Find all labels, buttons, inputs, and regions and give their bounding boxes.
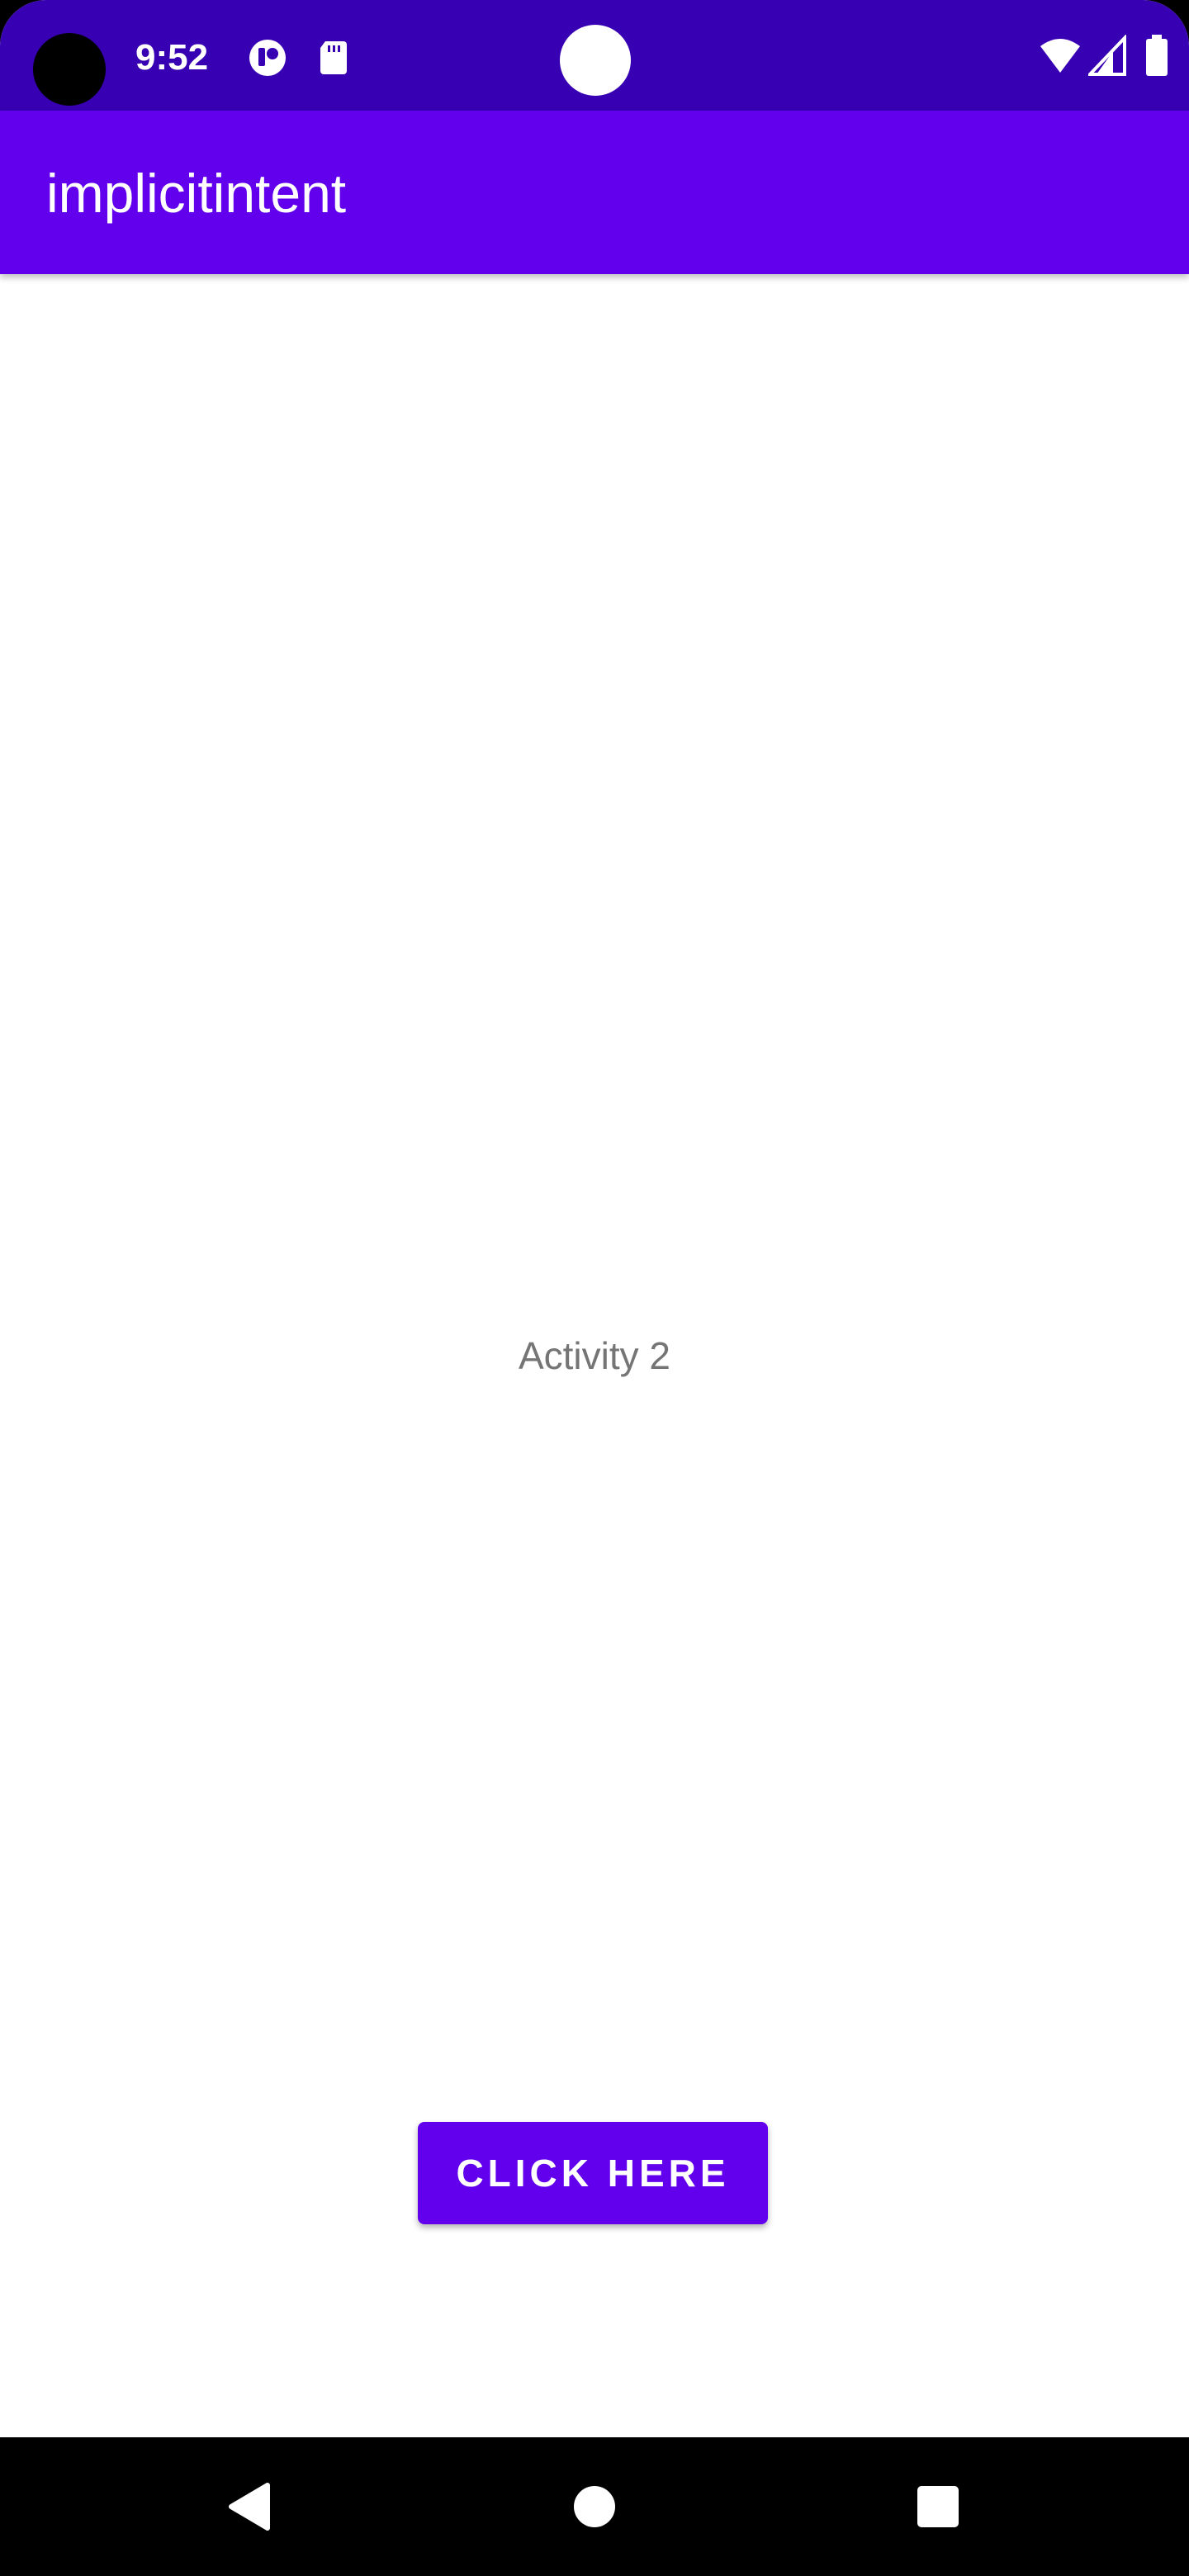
screen: 9:52 implicitintent Activity 2 CLICK HER… <box>0 0 1189 2576</box>
camera-hole <box>33 33 106 106</box>
recents-icon <box>917 2486 959 2527</box>
status-time: 9:52 <box>135 37 209 78</box>
activity-label: Activity 2 <box>518 1334 671 1377</box>
click-here-button[interactable]: Click Here <box>418 2122 768 2224</box>
wifi-icon <box>1040 39 1080 73</box>
recents-button[interactable] <box>897 2465 979 2548</box>
notification-app-icon <box>249 40 286 76</box>
battery-icon <box>1146 35 1168 76</box>
center-dot <box>560 25 631 96</box>
cell-signal-icon <box>1088 35 1126 76</box>
navigation-bar <box>0 2437 1189 2576</box>
sd-card-icon <box>320 41 347 74</box>
status-bar: 9:52 <box>0 0 1189 111</box>
app-bar: implicitintent <box>0 111 1189 274</box>
back-icon <box>229 2483 270 2531</box>
home-button[interactable] <box>553 2465 636 2548</box>
back-button[interactable] <box>208 2465 291 2548</box>
app-title: implicitintent <box>46 163 347 224</box>
home-icon <box>574 2486 615 2527</box>
